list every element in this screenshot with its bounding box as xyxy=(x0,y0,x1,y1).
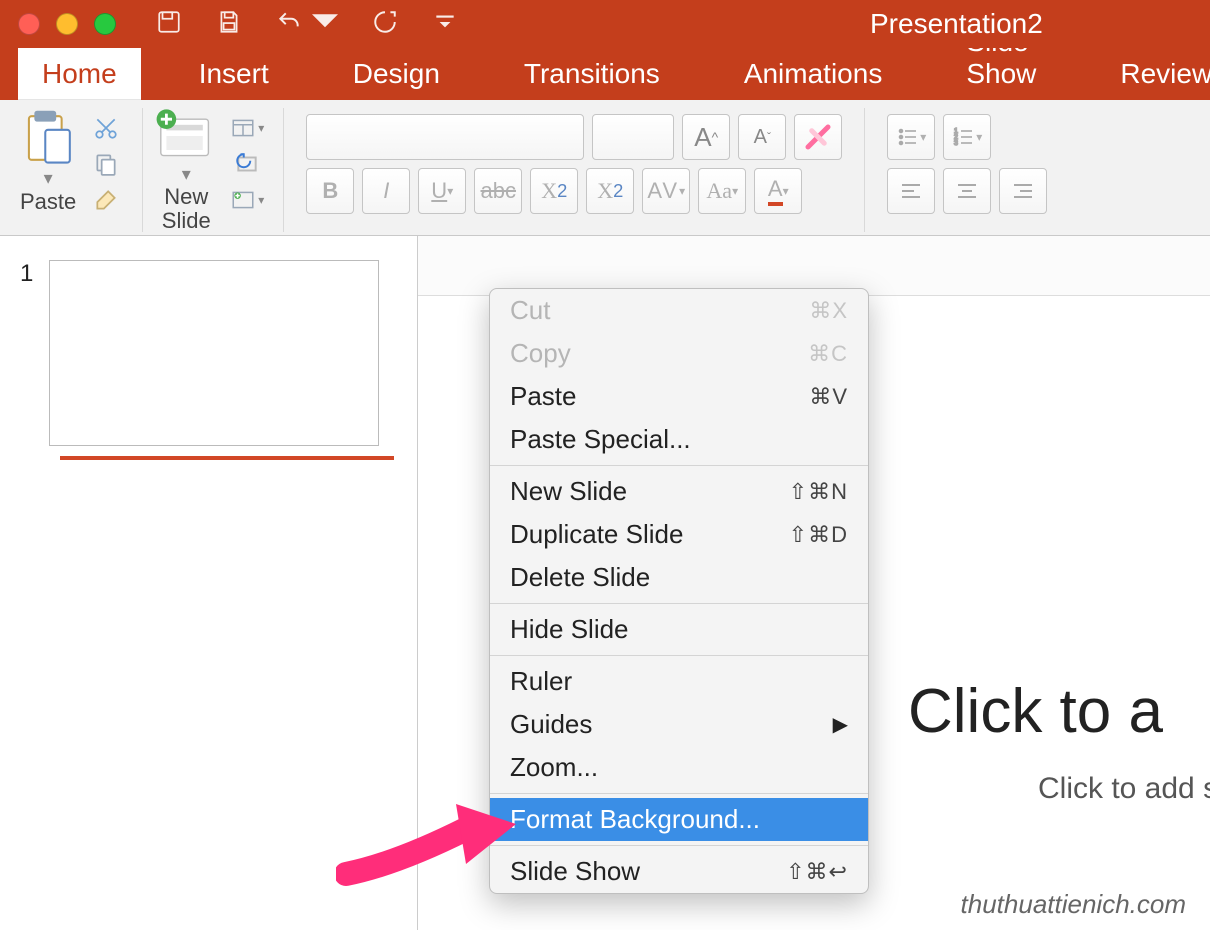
bullets-button[interactable]: ▾ xyxy=(887,114,935,160)
slide-thumbnail-1[interactable] xyxy=(49,260,379,446)
bold-button[interactable]: B xyxy=(306,168,354,214)
tab-home[interactable]: Home xyxy=(18,46,141,100)
slide-thumbnails-panel: 1 xyxy=(0,236,418,930)
strikethrough-button[interactable]: abc xyxy=(474,168,522,214)
redo-icon[interactable] xyxy=(372,9,398,40)
menu-cut[interactable]: Cut⌘X xyxy=(490,289,868,332)
title-bar: Presentation2 xyxy=(0,0,1210,48)
title-placeholder[interactable]: Click to a xyxy=(908,676,1163,747)
char-spacing-button[interactable]: AV▾ xyxy=(642,168,690,214)
change-case-button[interactable]: Aa▾ xyxy=(698,168,746,214)
menu-paste[interactable]: Paste⌘V xyxy=(490,375,868,418)
layout-icon[interactable]: ▾ xyxy=(223,114,271,142)
undo-icon[interactable] xyxy=(276,9,302,40)
thumbnail-selection-indicator xyxy=(60,456,394,460)
menu-guides[interactable]: Guides▶ xyxy=(490,703,868,746)
menu-separator xyxy=(490,603,868,604)
align-center-button[interactable] xyxy=(943,168,991,214)
autosave-icon[interactable] xyxy=(156,9,182,40)
ribbon-tabs: Home Insert Design Transitions Animation… xyxy=(0,48,1210,100)
menu-slide-show[interactable]: Slide Show⇧⌘↩ xyxy=(490,850,868,893)
group-font: A^ Aˇ B I U▾ abc X2 X2 AV▾ Aa▾ A▾ xyxy=(284,108,865,232)
menu-delete-slide[interactable]: Delete Slide xyxy=(490,556,868,599)
menu-new-slide[interactable]: New Slide⇧⌘N xyxy=(490,470,868,513)
group-clipboard: ▾ Paste xyxy=(8,108,143,232)
italic-button[interactable]: I xyxy=(362,168,410,214)
menu-separator xyxy=(490,845,868,846)
increase-font-button[interactable]: A^ xyxy=(682,114,730,160)
tab-transitions[interactable]: Transitions xyxy=(498,48,686,100)
tab-insert[interactable]: Insert xyxy=(173,48,295,100)
close-window-button[interactable] xyxy=(18,13,40,35)
group-paragraph: ▾ 123▾ xyxy=(865,108,1069,232)
reset-slide-icon[interactable] xyxy=(223,150,271,178)
font-color-button[interactable]: A▾ xyxy=(754,168,802,214)
window-controls xyxy=(18,13,116,35)
format-painter-icon[interactable] xyxy=(82,186,130,214)
undo-dropdown-icon[interactable] xyxy=(312,9,338,40)
menu-separator xyxy=(490,793,868,794)
superscript-button[interactable]: X2 xyxy=(530,168,578,214)
paste-button[interactable]: ▾ xyxy=(20,108,76,189)
menu-duplicate-slide[interactable]: Duplicate Slide⇧⌘D xyxy=(490,513,868,556)
menu-zoom[interactable]: Zoom... xyxy=(490,746,868,789)
submenu-arrow-icon: ▶ xyxy=(833,712,848,737)
group-slides: ▾ New Slide ▾ ▾ xyxy=(143,108,284,232)
paste-label: Paste xyxy=(20,189,76,219)
save-icon[interactable] xyxy=(216,9,242,40)
align-right-button[interactable] xyxy=(999,168,1047,214)
menu-separator xyxy=(490,465,868,466)
watermark-text: thuthuattienich.com xyxy=(961,889,1186,920)
customize-qat-icon[interactable] xyxy=(432,9,458,40)
new-slide-button[interactable]: ▾ xyxy=(155,108,217,185)
menu-format-background[interactable]: Format Background... xyxy=(490,798,868,841)
decrease-font-button[interactable]: Aˇ xyxy=(738,114,786,160)
tab-animations[interactable]: Animations xyxy=(718,48,909,100)
font-size-select[interactable] xyxy=(592,114,674,160)
clear-formatting-button[interactable] xyxy=(794,114,842,160)
copy-icon[interactable] xyxy=(82,150,130,178)
menu-paste-special[interactable]: Paste Special... xyxy=(490,418,868,461)
numbering-button[interactable]: 123▾ xyxy=(943,114,991,160)
tab-review[interactable]: Review xyxy=(1094,48,1210,100)
ribbon: ▾ Paste ▾ New Slide ▾ ▾ xyxy=(0,100,1210,236)
context-menu: Cut⌘X Copy⌘C Paste⌘V Paste Special... Ne… xyxy=(489,288,869,894)
new-slide-label: New Slide xyxy=(162,185,211,237)
menu-separator xyxy=(490,655,868,656)
document-title: Presentation2 xyxy=(870,8,1043,40)
subtitle-placeholder[interactable]: Click to add s xyxy=(1038,772,1210,806)
underline-button[interactable]: U▾ xyxy=(418,168,466,214)
tab-design[interactable]: Design xyxy=(327,48,466,100)
zoom-window-button[interactable] xyxy=(94,13,116,35)
subscript-button[interactable]: X2 xyxy=(586,168,634,214)
font-select[interactable] xyxy=(306,114,584,160)
menu-copy[interactable]: Copy⌘C xyxy=(490,332,868,375)
quick-access-toolbar xyxy=(156,9,458,40)
slide-number: 1 xyxy=(20,260,33,288)
menu-ruler[interactable]: Ruler xyxy=(490,660,868,703)
svg-text:3: 3 xyxy=(954,140,958,147)
minimize-window-button[interactable] xyxy=(56,13,78,35)
cut-icon[interactable] xyxy=(82,114,130,142)
align-left-button[interactable] xyxy=(887,168,935,214)
menu-hide-slide[interactable]: Hide Slide xyxy=(490,608,868,651)
section-icon[interactable]: ▾ xyxy=(223,186,271,214)
